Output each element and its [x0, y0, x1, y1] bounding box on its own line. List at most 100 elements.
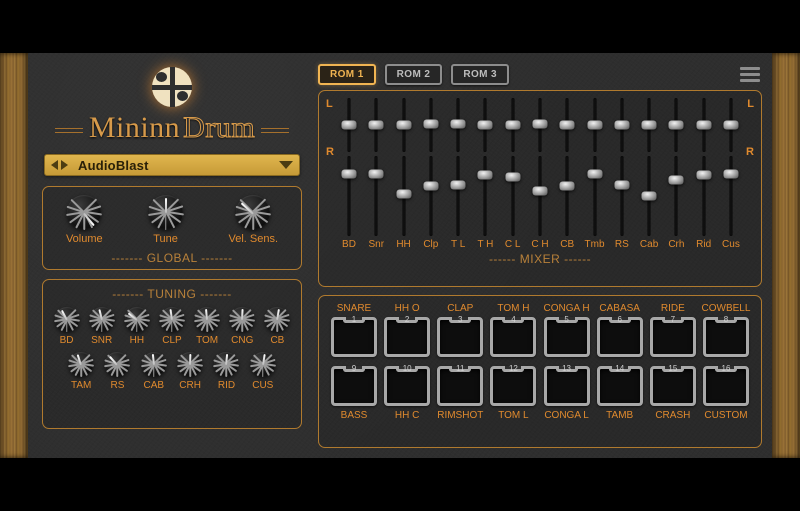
knob-dial[interactable]: [69, 352, 93, 376]
fader-handle[interactable]: [614, 120, 629, 129]
pan-fader[interactable]: [474, 98, 496, 152]
volume-fader[interactable]: [365, 156, 387, 236]
volume-fader[interactable]: [338, 156, 360, 236]
knob-hh[interactable]: HH: [125, 307, 149, 346]
rom-button-1[interactable]: ROM 1: [318, 64, 376, 85]
knob-snr[interactable]: SNR: [90, 307, 114, 346]
fader-handle[interactable]: [342, 169, 357, 178]
volume-fader[interactable]: [502, 156, 524, 236]
fader-handle[interactable]: [723, 169, 738, 178]
pan-fader[interactable]: [665, 98, 687, 152]
drum-pad-12[interactable]: 12: [490, 366, 536, 406]
fader-handle[interactable]: [478, 120, 493, 129]
fader-handle[interactable]: [478, 171, 493, 180]
fader-handle[interactable]: [342, 120, 357, 129]
knob-dial[interactable]: [265, 307, 289, 331]
fader-handle[interactable]: [369, 169, 384, 178]
fader-handle[interactable]: [560, 182, 575, 191]
volume-fader[interactable]: [720, 156, 742, 236]
volume-fader[interactable]: [556, 156, 578, 236]
pan-fader[interactable]: [338, 98, 360, 152]
fader-handle[interactable]: [423, 119, 438, 128]
knob-volume[interactable]: Volume: [66, 195, 103, 245]
knob-dial[interactable]: [230, 307, 254, 331]
drum-pad-9[interactable]: 9: [331, 366, 377, 406]
knob-tom[interactable]: TOM: [195, 307, 219, 346]
triangle-right-icon[interactable]: [61, 160, 68, 170]
fader-handle[interactable]: [505, 120, 520, 129]
volume-fader[interactable]: [529, 156, 551, 236]
drum-pad-15[interactable]: 15: [650, 366, 696, 406]
drum-pad-7[interactable]: 7: [650, 317, 696, 357]
volume-fader[interactable]: [693, 156, 715, 236]
knob-dial[interactable]: [67, 195, 101, 229]
volume-fader[interactable]: [665, 156, 687, 236]
knob-cus[interactable]: CUS: [251, 352, 275, 391]
rom-button-3[interactable]: ROM 3: [451, 64, 509, 85]
volume-fader[interactable]: [638, 156, 660, 236]
preset-selector[interactable]: AudioBlast: [44, 154, 300, 176]
fader-handle[interactable]: [560, 120, 575, 129]
knob-dial[interactable]: [55, 307, 79, 331]
chevron-down-icon[interactable]: [279, 161, 293, 169]
pan-fader[interactable]: [365, 98, 387, 152]
pan-fader[interactable]: [556, 98, 578, 152]
knob-vel-sens-[interactable]: Vel. Sens.: [228, 195, 278, 245]
fader-handle[interactable]: [696, 171, 711, 180]
knob-dial[interactable]: [251, 352, 275, 376]
knob-dial[interactable]: [236, 195, 270, 229]
drum-pad-1[interactable]: 1: [331, 317, 377, 357]
drum-pad-8[interactable]: 8: [703, 317, 749, 357]
fader-handle[interactable]: [369, 120, 384, 129]
knob-dial[interactable]: [160, 307, 184, 331]
knob-dial[interactable]: [178, 352, 202, 376]
pan-fader[interactable]: [611, 98, 633, 152]
pan-fader[interactable]: [693, 98, 715, 152]
volume-fader[interactable]: [447, 156, 469, 236]
fader-handle[interactable]: [532, 187, 547, 196]
pan-fader[interactable]: [447, 98, 469, 152]
volume-fader[interactable]: [393, 156, 415, 236]
knob-dial[interactable]: [142, 352, 166, 376]
knob-rs[interactable]: RS: [105, 352, 129, 391]
volume-fader[interactable]: [584, 156, 606, 236]
volume-fader[interactable]: [611, 156, 633, 236]
fader-handle[interactable]: [696, 120, 711, 129]
hamburger-menu-icon[interactable]: [738, 65, 762, 84]
drum-pad-16[interactable]: 16: [703, 366, 749, 406]
knob-dial[interactable]: [90, 307, 114, 331]
pan-fader[interactable]: [529, 98, 551, 152]
fader-handle[interactable]: [451, 119, 466, 128]
pan-fader[interactable]: [720, 98, 742, 152]
drum-pad-3[interactable]: 3: [437, 317, 483, 357]
fader-handle[interactable]: [587, 120, 602, 129]
fader-handle[interactable]: [723, 120, 738, 129]
drum-pad-14[interactable]: 14: [597, 366, 643, 406]
fader-handle[interactable]: [642, 191, 657, 200]
pan-fader[interactable]: [584, 98, 606, 152]
drum-pad-5[interactable]: 5: [544, 317, 590, 357]
drum-pad-10[interactable]: 10: [384, 366, 430, 406]
fader-handle[interactable]: [587, 169, 602, 178]
knob-cab[interactable]: CAB: [142, 352, 166, 391]
knob-crh[interactable]: CRH: [178, 352, 202, 391]
knob-dial[interactable]: [149, 195, 183, 229]
drum-pad-6[interactable]: 6: [597, 317, 643, 357]
drum-pad-11[interactable]: 11: [437, 366, 483, 406]
knob-rid[interactable]: RID: [214, 352, 238, 391]
fader-handle[interactable]: [423, 182, 438, 191]
fader-handle[interactable]: [396, 190, 411, 199]
triangle-left-icon[interactable]: [51, 160, 58, 170]
fader-handle[interactable]: [642, 120, 657, 129]
knob-dial[interactable]: [125, 307, 149, 331]
pan-fader[interactable]: [393, 98, 415, 152]
knob-dial[interactable]: [195, 307, 219, 331]
knob-tam[interactable]: TAM: [69, 352, 93, 391]
drum-pad-13[interactable]: 13: [544, 366, 590, 406]
knob-dial[interactable]: [214, 352, 238, 376]
fader-handle[interactable]: [505, 172, 520, 181]
volume-fader[interactable]: [420, 156, 442, 236]
drum-pad-2[interactable]: 2: [384, 317, 430, 357]
fader-handle[interactable]: [614, 180, 629, 189]
knob-tune[interactable]: Tune: [149, 195, 183, 245]
